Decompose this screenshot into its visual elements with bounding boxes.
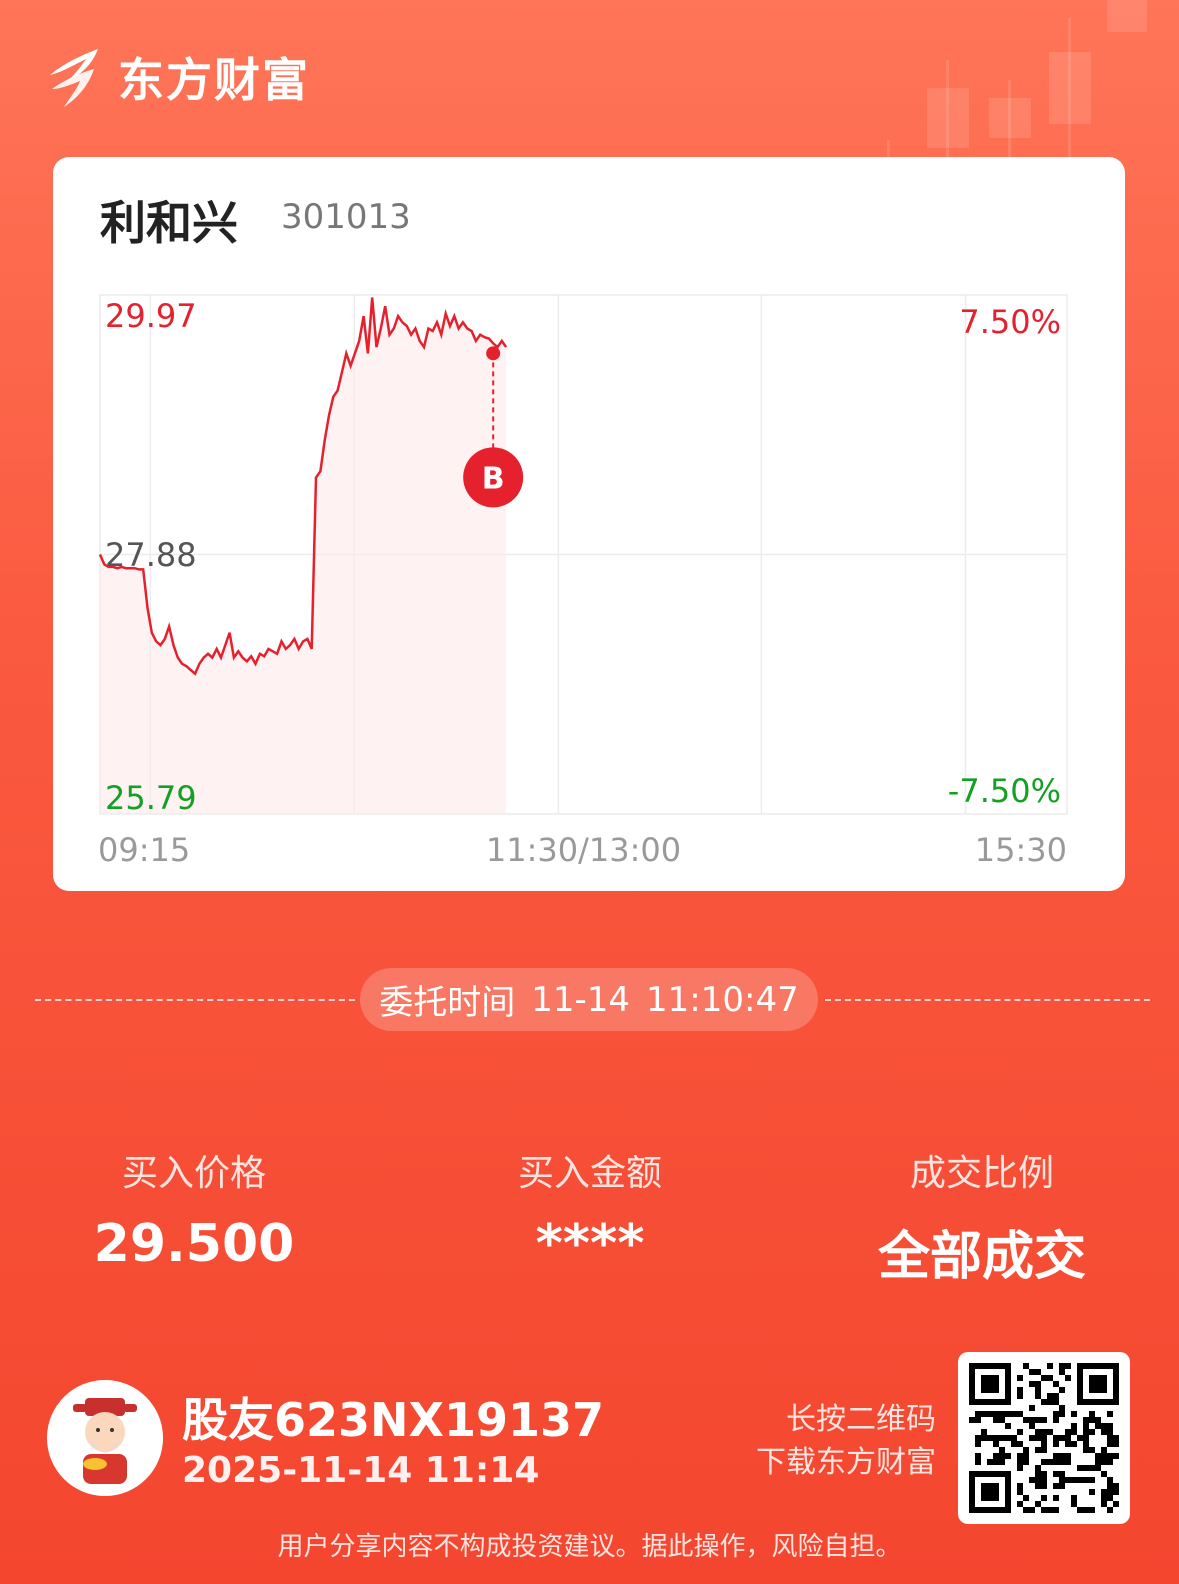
entrust-date: 11-14 bbox=[531, 979, 631, 1020]
intraday-chart: B 29.97 27.88 25.79 7.50% -7.50% 09:15 11:30/1… bbox=[98, 294, 1068, 869]
stock-chart-card: 利和兴 301013 B 29.97 27.88 25.79 7.50% -7.50% 0… bbox=[53, 157, 1125, 891]
y-tick-high: 29.97 bbox=[105, 297, 197, 335]
entrust-time-row: 委托时间 11-14 11:10:47 bbox=[0, 968, 1179, 1032]
entrust-time-pill: 委托时间 11-14 11:10:47 bbox=[360, 968, 818, 1031]
eastmoney-logo-icon bbox=[50, 49, 98, 107]
divider-right bbox=[825, 999, 1150, 1001]
buy-marker-label: B bbox=[482, 461, 505, 496]
stat-value: 全部成交 bbox=[877, 1227, 1086, 1287]
divider-left bbox=[35, 999, 355, 1001]
x-tick-start: 09:15 bbox=[98, 831, 190, 869]
avatar[interactable] bbox=[47, 1380, 163, 1496]
user-name: 股友623NX19137 bbox=[182, 1393, 605, 1447]
stat-buy-price: 买入价格 29.500 bbox=[34, 1144, 354, 1274]
brand-logo: 东方财富 bbox=[46, 44, 310, 110]
qr-hint-line2: 下载东方财富 bbox=[756, 1445, 936, 1480]
stat-value: **** bbox=[535, 1214, 645, 1274]
pct-tick-high: 7.50% bbox=[959, 303, 1061, 341]
stat-label: 买入金额 bbox=[517, 1153, 662, 1194]
x-tick-end: 15:30 bbox=[975, 831, 1067, 869]
qr-code[interactable] bbox=[958, 1352, 1130, 1524]
pct-tick-low: -7.50% bbox=[948, 772, 1061, 810]
y-tick-low: 25.79 bbox=[105, 779, 197, 817]
fortune-god-avatar-icon bbox=[47, 1380, 163, 1496]
share-datetime: 2025-11-14 11:14 bbox=[182, 1450, 540, 1491]
qr-hint-line1: 长按二维码 bbox=[786, 1402, 936, 1437]
stat-label: 成交比例 bbox=[909, 1153, 1054, 1194]
brand-name: 东方财富 bbox=[118, 53, 310, 107]
stat-value: 29.500 bbox=[93, 1214, 295, 1274]
background-candles-decoration bbox=[887, 0, 1147, 170]
stat-buy-amount: 买入金额 **** bbox=[430, 1144, 750, 1274]
qr-hint: 长按二维码 下载东方财富 bbox=[740, 1398, 936, 1484]
qr-code-icon bbox=[969, 1363, 1119, 1513]
y-tick-mid: 27.88 bbox=[105, 536, 197, 574]
stat-label: 买入价格 bbox=[121, 1153, 266, 1194]
entrust-label: 委托时间 bbox=[379, 983, 516, 1023]
entrust-time: 11:10:47 bbox=[646, 979, 799, 1020]
disclaimer: 用户分享内容不构成投资建议。据此操作，风险自担。 bbox=[277, 1532, 902, 1562]
x-tick-mid: 11:30/13:00 bbox=[486, 831, 681, 869]
stat-fill-ratio: 成交比例 全部成交 bbox=[822, 1144, 1142, 1289]
buy-marker-dot bbox=[486, 346, 501, 361]
